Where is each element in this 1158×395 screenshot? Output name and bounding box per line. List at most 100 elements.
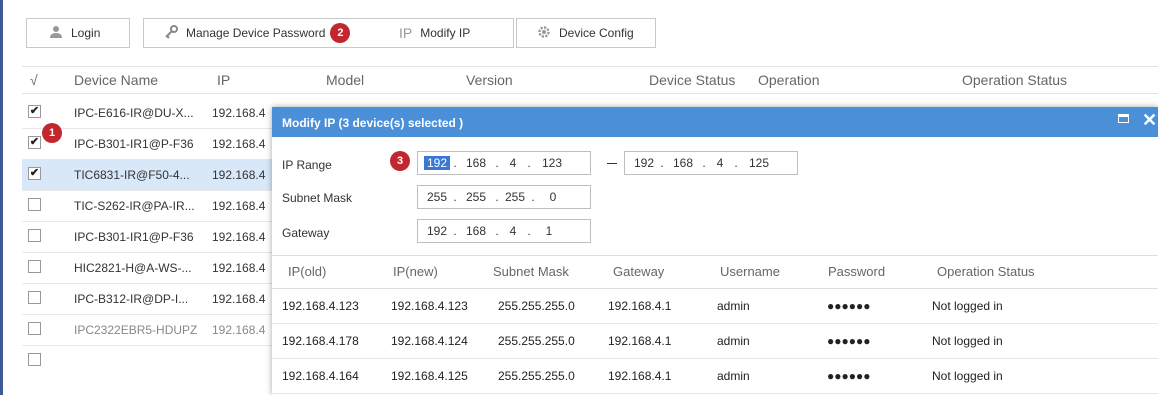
subnet-mask-label: Subnet Mask — [282, 191, 353, 205]
row-checkbox[interactable] — [28, 260, 41, 273]
device-config-label: Device Config — [559, 26, 634, 40]
ip-old: 192.168.4.178 — [282, 334, 359, 348]
device-name: HIC2821-H@A-WS-... — [74, 261, 192, 275]
manage-password-label: Manage Device Password — [186, 26, 326, 40]
gateway: 192.168.4.1 — [608, 299, 672, 313]
col-device-name[interactable]: Device Name — [74, 72, 158, 88]
ip-octet[interactable]: 192 — [631, 156, 657, 170]
device-name: TIC-S262-IR@PA-IR... — [74, 199, 195, 213]
row-checkbox[interactable] — [28, 198, 41, 211]
col-ip[interactable]: IP — [217, 72, 230, 88]
operation-status: Not logged in — [932, 334, 1003, 348]
device-name: IPC-B301-IR1@P-F36 — [74, 137, 194, 151]
ip-octet[interactable]: 123 — [534, 156, 570, 170]
ip-octet[interactable]: 125 — [741, 156, 777, 170]
ip-octet[interactable]: 192 — [424, 156, 450, 170]
ip-icon: IP — [399, 25, 413, 41]
manage-device-password-button[interactable]: Manage Device Password 2 — [143, 18, 392, 48]
ip-octet[interactable]: 192 — [424, 224, 450, 238]
maximize-icon[interactable] — [1118, 114, 1129, 123]
row-checkbox[interactable] — [28, 353, 41, 366]
username: admin — [717, 369, 750, 383]
col-model[interactable]: Model — [326, 72, 364, 88]
ip-octet[interactable]: 4 — [502, 156, 524, 170]
device-ip: 192.168.4 — [212, 199, 266, 213]
ip-octet[interactable]: 168 — [667, 156, 699, 170]
table-row[interactable]: 192.168.4.123 192.168.4.123 255.255.255.… — [272, 288, 1158, 324]
modify-ip-label: Modify IP — [420, 26, 471, 40]
col-gateway: Gateway — [613, 264, 665, 279]
row-checkbox[interactable] — [28, 322, 41, 335]
device-ip: 192.168.4 — [212, 230, 266, 244]
password: ●●●●●● — [827, 369, 871, 383]
close-icon[interactable]: ✕ — [1142, 111, 1157, 129]
device-ip: 192.168.4 — [212, 292, 266, 306]
device-ip: 192.168.4 — [212, 168, 266, 182]
table-row[interactable]: 192.168.4.178 192.168.4.124 255.255.255.… — [272, 323, 1158, 359]
table-row[interactable]: 192.168.4.164 192.168.4.125 255.255.255.… — [272, 358, 1158, 394]
step-3-badge: 3 — [390, 151, 410, 171]
device-table-header: √ Device Name IP Model Version Device St… — [22, 66, 1158, 94]
col-subnet-mask: Subnet Mask — [493, 264, 569, 279]
ip-octet[interactable]: 255 — [502, 190, 528, 204]
dialog-title: Modify IP (3 device(s) selected ) — [282, 116, 464, 130]
user-icon — [49, 25, 63, 42]
row-checkbox[interactable]: ✔ — [28, 105, 41, 118]
subnet-mask: 255.255.255.0 — [498, 369, 575, 383]
col-device-status[interactable]: Device Status — [649, 72, 735, 88]
ip-octet[interactable]: 4 — [502, 224, 524, 238]
range-dash — [607, 163, 617, 164]
row-checkbox[interactable]: ✔ — [28, 136, 41, 149]
ip-octet[interactable]: 168 — [460, 156, 492, 170]
ip-range-end-input[interactable]: 192. 168. 4. 125 — [624, 151, 798, 175]
device-name: IPC-B301-IR1@P-F36 — [74, 230, 194, 244]
gateway-input[interactable]: 192. 168. 4. 1 — [417, 219, 591, 243]
col-version[interactable]: Version — [466, 72, 513, 88]
ip-octet[interactable]: 0 — [538, 190, 568, 204]
device-name: IPC-B312-IR@DP-I... — [74, 292, 189, 306]
device-ip: 192.168.4 — [212, 261, 266, 275]
col-operation-status[interactable]: Operation Status — [962, 72, 1067, 88]
modify-ip-button[interactable]: IP Modify IP — [371, 18, 514, 48]
ip-range-start-input[interactable]: 192. 168. 4. 123 — [417, 151, 591, 175]
login-button[interactable]: Login — [26, 18, 130, 48]
col-operation-status: Operation Status — [937, 264, 1035, 279]
device-config-button[interactable]: Device Config — [516, 18, 656, 48]
ip-table-header: IP(old) IP(new) Subnet Mask Gateway User… — [272, 255, 1158, 289]
left-accent-bar — [0, 0, 3, 395]
col-check[interactable]: √ — [30, 72, 38, 88]
operation-status: Not logged in — [932, 299, 1003, 313]
device-name: IPC-E616-IR@DU-X... — [74, 106, 194, 120]
subnet-mask: 255.255.255.0 — [498, 299, 575, 313]
ip-old: 192.168.4.164 — [282, 369, 359, 383]
ip-octet[interactable]: 1 — [534, 224, 564, 238]
row-checkbox[interactable] — [28, 291, 41, 304]
ip-new: 192.168.4.124 — [391, 334, 468, 348]
username: admin — [717, 334, 750, 348]
key-icon — [164, 24, 178, 42]
ip-octet[interactable]: 255 — [424, 190, 450, 204]
login-label: Login — [71, 26, 101, 40]
col-username: Username — [720, 264, 780, 279]
operation-status: Not logged in — [932, 369, 1003, 383]
ip-new: 192.168.4.125 — [391, 369, 468, 383]
device-name: IPC2322EBR5-HDUPZ — [74, 323, 198, 337]
subnet-mask-input[interactable]: 255. 255. 255. 0 — [417, 185, 591, 209]
gear-icon — [537, 25, 551, 42]
ip-octet[interactable]: 4 — [709, 156, 731, 170]
dialog-titlebar[interactable]: Modify IP (3 device(s) selected ) ✕ — [272, 107, 1158, 137]
col-operation[interactable]: Operation — [758, 72, 819, 88]
gateway-label: Gateway — [282, 226, 330, 240]
device-ip: 192.168.4 — [212, 323, 266, 337]
step-2-badge: 2 — [330, 23, 351, 43]
ip-octet[interactable]: 255 — [460, 190, 492, 204]
row-checkbox[interactable]: ✔ — [28, 167, 41, 180]
col-ip-new: IP(new) — [393, 264, 438, 279]
step-1-badge: 1 — [42, 123, 62, 143]
password: ●●●●●● — [827, 299, 871, 313]
subnet-mask: 255.255.255.0 — [498, 334, 575, 348]
ip-octet[interactable]: 168 — [460, 224, 492, 238]
gateway: 192.168.4.1 — [608, 334, 672, 348]
col-password: Password — [828, 264, 886, 279]
row-checkbox[interactable] — [28, 229, 41, 242]
